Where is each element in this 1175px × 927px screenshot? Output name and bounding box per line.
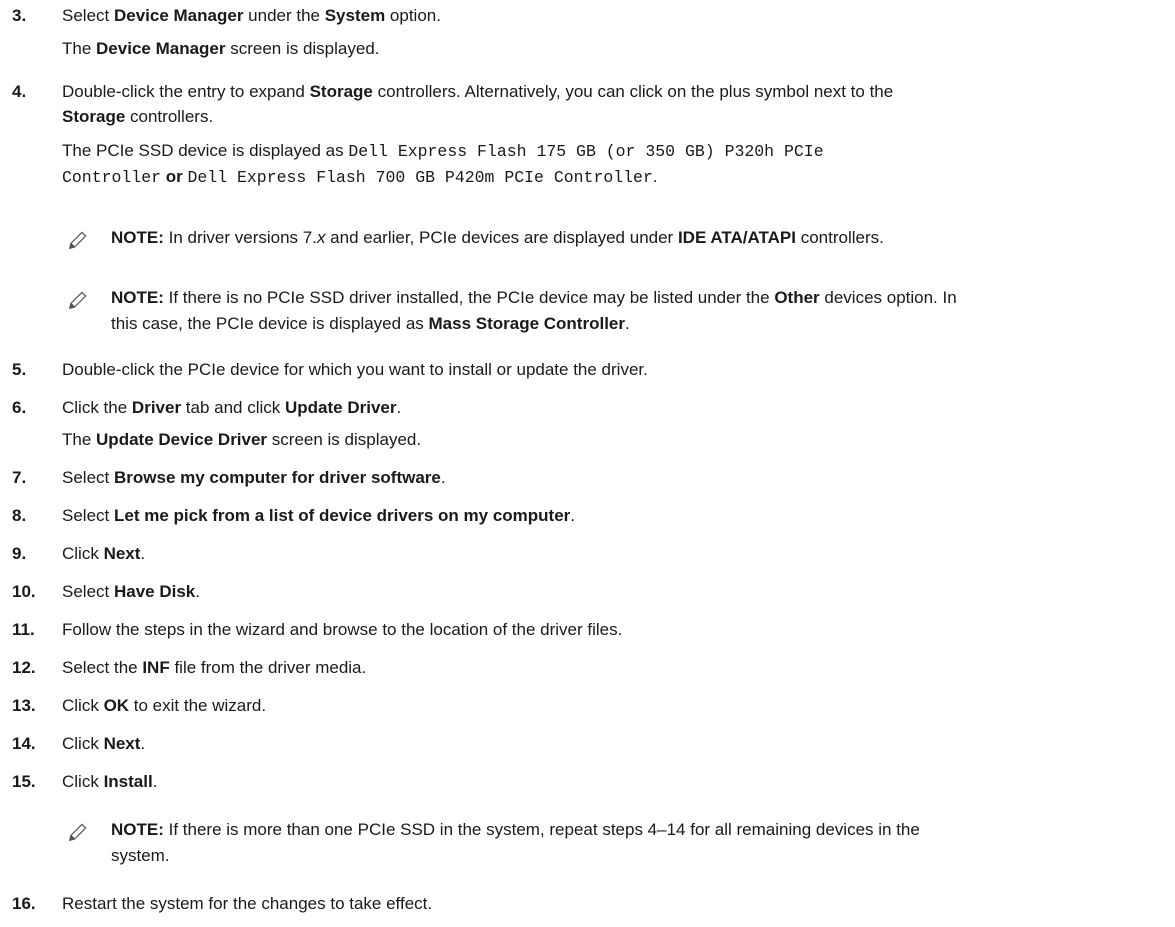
- step-text: Click Next.: [62, 734, 146, 753]
- pencil-note-icon: [69, 823, 87, 841]
- step-text: Follow the steps in the wizard and brows…: [62, 620, 623, 639]
- step-text: Select the INF file from the driver medi…: [62, 658, 367, 677]
- step-text: Double-click the PCIe device for which y…: [62, 360, 648, 379]
- step-number: 6.: [12, 398, 27, 417]
- step-number: 3.: [12, 6, 27, 25]
- step-result: The PCIe SSD device is displayed as Dell…: [62, 141, 824, 161]
- step-number: 9.: [12, 544, 27, 563]
- step-number: 8.: [12, 506, 27, 525]
- step-number: 13.: [12, 696, 36, 715]
- note-text-cont: system.: [111, 846, 170, 865]
- step-result: The Device Manager screen is displayed.: [62, 39, 380, 58]
- pencil-note-icon: [69, 291, 87, 309]
- step-result-cont: Controller or Dell Express Flash 700 GB …: [62, 167, 658, 187]
- step-number: 5.: [12, 360, 27, 379]
- pencil-note-icon: [69, 231, 87, 249]
- step-text: Select Let me pick from a list of device…: [62, 506, 576, 525]
- step-text: Click Next.: [62, 544, 146, 563]
- step-number: 14.: [12, 734, 36, 753]
- note-text-cont: this case, the PCIe device is displayed …: [111, 314, 630, 333]
- step-text: Double-click the entry to expand Storage…: [62, 82, 894, 101]
- step-text: Click the Driver tab and click Update Dr…: [62, 398, 402, 417]
- step-number: 15.: [12, 772, 36, 791]
- note-text: NOTE: If there is no PCIe SSD driver ins…: [111, 288, 957, 307]
- document-page: 3. Select Device Manager under the Syste…: [0, 0, 1175, 927]
- step-number: 11.: [12, 620, 35, 639]
- step-number: 10.: [12, 582, 36, 601]
- step-text: Restart the system for the changes to ta…: [62, 894, 433, 913]
- step-text: Select Have Disk.: [62, 582, 200, 601]
- note-text: NOTE: In driver versions 7.x and earlier…: [111, 228, 884, 247]
- note-text: NOTE: If there is more than one PCIe SSD…: [111, 820, 920, 839]
- step-text: Click OK to exit the wizard.: [62, 696, 267, 715]
- step-text: Click Install.: [62, 772, 158, 791]
- step-number: 4.: [12, 82, 27, 101]
- step-text-cont: Storage controllers.: [62, 107, 214, 126]
- step-text: Select Device Manager under the System o…: [62, 6, 441, 25]
- step-number: 16.: [12, 894, 36, 913]
- step-number: 12.: [12, 658, 36, 677]
- step-number: 7.: [12, 468, 27, 487]
- step-result: The Update Device Driver screen is displ…: [62, 430, 422, 449]
- step-text: Select Browse my computer for driver sof…: [62, 468, 446, 487]
